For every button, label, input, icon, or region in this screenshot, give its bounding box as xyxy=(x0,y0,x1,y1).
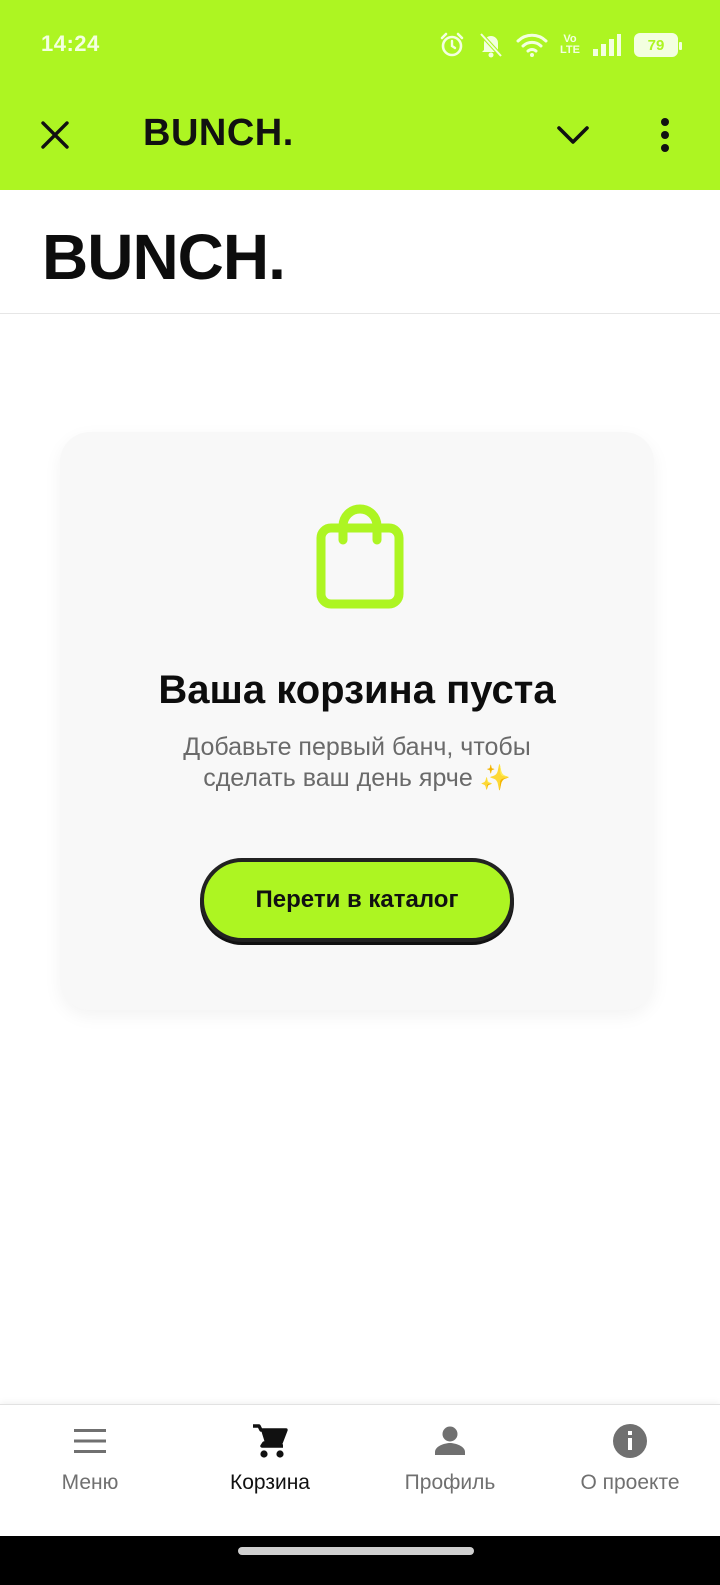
menu-icon xyxy=(70,1421,110,1461)
signal-icon xyxy=(592,33,622,57)
nav-label-menu: Меню xyxy=(61,1471,119,1494)
app-title: BUNCH. xyxy=(143,112,294,154)
battery-icon: 79 xyxy=(634,33,682,57)
nav-item-cart[interactable]: Корзина xyxy=(180,1405,360,1536)
more-options-button[interactable] xyxy=(640,108,690,162)
close-button[interactable] xyxy=(28,108,82,162)
cart-icon xyxy=(250,1421,290,1461)
bottom-navigation: Меню Корзина Профиль О проекте xyxy=(0,1404,720,1536)
status-time: 14:24 xyxy=(41,31,100,56)
nav-label-profile: Профиль xyxy=(404,1471,496,1494)
person-icon xyxy=(430,1421,470,1461)
site-logo[interactable]: BUNCH. xyxy=(42,220,286,294)
go-to-catalog-button[interactable]: Перети в каталог xyxy=(200,858,514,942)
app-top-bar: 14:24 Vo LTE 79 BUNCH. xyxy=(0,0,720,190)
close-icon xyxy=(41,121,69,149)
shopping-bag-icon xyxy=(315,500,405,610)
bell-muted-icon xyxy=(478,31,504,59)
chevron-down-icon xyxy=(557,126,589,144)
nav-label-cart: Корзина xyxy=(230,1471,310,1494)
home-handle[interactable] xyxy=(238,1547,474,1555)
empty-cart-card: Ваша корзина пуста Добавьте первый банч,… xyxy=(60,432,654,1010)
nav-item-menu[interactable]: Меню xyxy=(0,1405,180,1536)
system-nav-bar xyxy=(0,1536,720,1585)
nav-item-profile[interactable]: Профиль xyxy=(360,1405,540,1536)
volte-bottom-text: LTE xyxy=(560,44,580,56)
nav-label-about: О проекте xyxy=(580,1471,680,1494)
site-header: BUNCH. xyxy=(0,190,720,314)
info-icon xyxy=(610,1421,650,1461)
empty-cart-title: Ваша корзина пуста xyxy=(158,668,556,712)
nav-item-about[interactable]: О проекте xyxy=(540,1405,720,1536)
volte-icon: Vo LTE xyxy=(560,34,580,56)
wifi-icon xyxy=(516,32,548,58)
expand-button[interactable] xyxy=(546,108,600,162)
status-icons: Vo LTE 79 xyxy=(438,30,682,60)
more-vert-icon xyxy=(661,118,669,152)
empty-cart-subtitle: Добавьте первый банч, чтобы сделать ваш … xyxy=(183,733,531,792)
alarm-icon xyxy=(438,31,466,59)
